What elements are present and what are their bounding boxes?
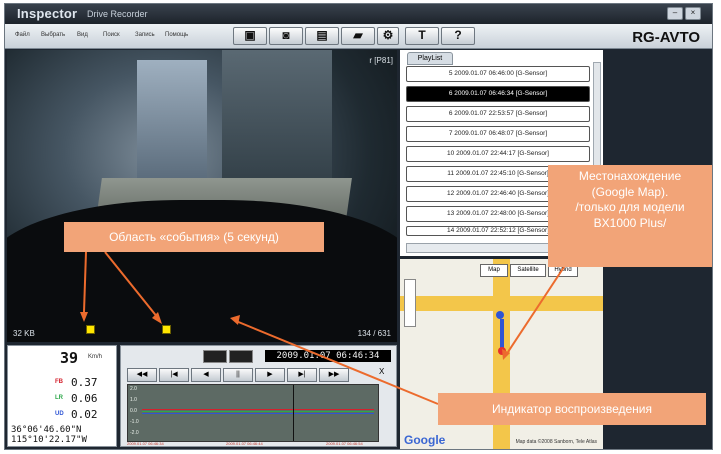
arrow-event-end: [104, 251, 159, 319]
callout-location: Местонахождение (Google Map). /только дл…: [548, 165, 712, 267]
arrow-event-start: [83, 251, 87, 313]
arrow-head: [80, 312, 88, 322]
arrow-playback: [235, 320, 439, 405]
callout-event-area: Область «события» (5 секунд): [64, 222, 324, 252]
arrow-location: [507, 263, 567, 353]
callout-playback: Индикатор воспроизведения: [438, 393, 706, 425]
arrow-head: [230, 315, 240, 325]
